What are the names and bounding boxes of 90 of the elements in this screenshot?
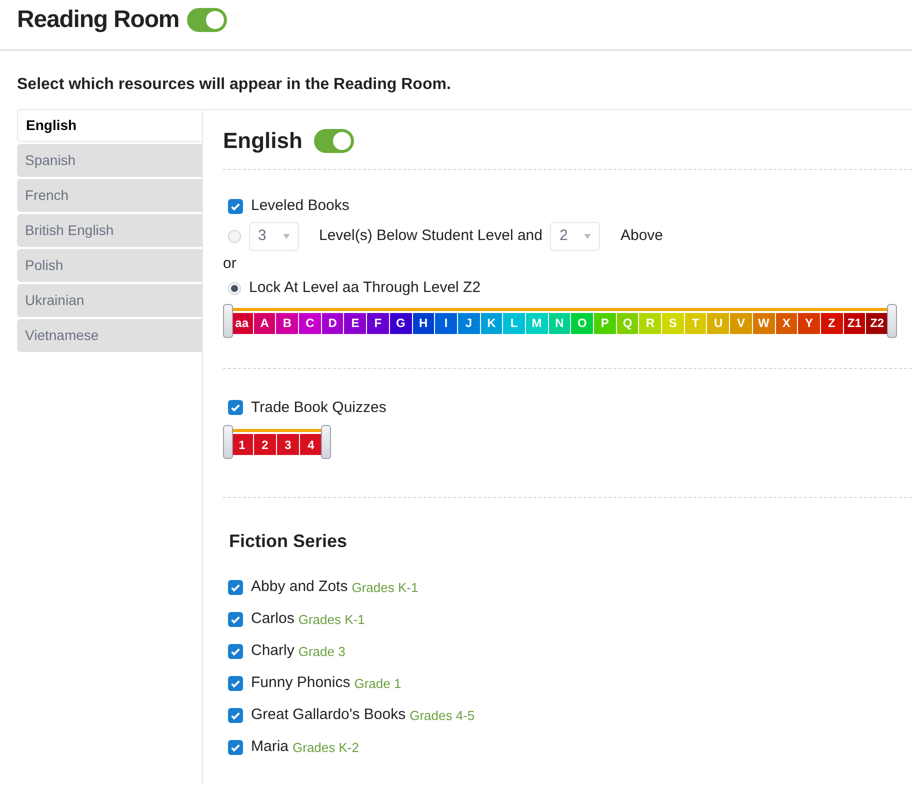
level-chip: J: [458, 312, 481, 334]
level-chip: W: [752, 312, 776, 334]
language-tab[interactable]: Vietnamese: [17, 319, 202, 352]
level-chip: aa: [231, 312, 254, 334]
level-range-text: Level(s) Below Student Level and: [319, 226, 542, 246]
checkbox-label: Leveled Books: [251, 196, 350, 216]
series-name: Great Gallardo's Books: [251, 705, 406, 726]
checkbox[interactable]: [228, 198, 243, 214]
language-tab[interactable]: Polish: [17, 249, 202, 282]
level-chip: N: [548, 312, 572, 334]
level-chip: V: [730, 312, 753, 334]
level-chip: O: [571, 312, 594, 334]
caret-icon: [283, 234, 290, 238]
level-chip: F: [367, 312, 390, 334]
level-chip: P: [594, 312, 617, 334]
level-chip: Z1: [844, 312, 866, 334]
section-title: Fiction Series: [228, 530, 348, 553]
checkbox[interactable]: [228, 644, 243, 659]
checkbox[interactable]: [228, 740, 243, 755]
checkbox-label: Trade Book Quizzes: [251, 398, 386, 418]
series-name: Funny Phonics: [251, 673, 350, 694]
check-icon: [230, 646, 241, 657]
level-chip: L: [503, 312, 526, 334]
series-name: Carlos: [251, 609, 294, 630]
level-chip: E: [344, 312, 368, 334]
series-name: Abby and Zots: [251, 577, 348, 598]
check-icon: [230, 200, 241, 212]
slider-handle[interactable]: [223, 304, 233, 338]
instructions-text: Select which resources will appear in the Reading Room.: [16, 75, 452, 95]
checkbox[interactable]: [228, 708, 243, 723]
page-title: Reading Room: [17, 4, 180, 34]
level-chip: 3: [277, 434, 300, 455]
language-tab[interactable]: English: [17, 109, 202, 142]
level-chip: I: [435, 312, 458, 334]
toggle-switch[interactable]: [314, 128, 354, 152]
language-tab[interactable]: Ukrainian: [17, 284, 202, 317]
level-chip: B: [276, 312, 300, 334]
level-chip: Z2: [866, 312, 889, 334]
caret-icon: [584, 234, 592, 238]
grade-text: Grade 3: [298, 642, 346, 661]
or-text: or: [223, 254, 238, 274]
above-text: Above: [620, 226, 664, 246]
above-select[interactable]: 2: [550, 222, 600, 250]
grade-text: Grades K-2: [292, 738, 359, 757]
checkbox[interactable]: [228, 580, 243, 595]
level-chip: Z: [820, 312, 844, 334]
language-tab[interactable]: French: [17, 179, 202, 212]
level-chip: H: [412, 312, 436, 334]
radio-label: Lock At Level aa Through Level Z2: [249, 278, 481, 298]
check-icon: [230, 678, 241, 689]
check-icon: [230, 582, 241, 593]
checkbox[interactable]: [228, 400, 243, 416]
checkbox[interactable]: [228, 612, 243, 627]
checkbox[interactable]: [228, 676, 243, 691]
level-chip: 1: [231, 434, 254, 455]
level-chip: X: [776, 312, 798, 334]
level-chip: S: [662, 312, 685, 334]
panel-title: English: [223, 127, 302, 155]
grade-text: Grades K-1: [352, 578, 418, 597]
slider-handle[interactable]: [321, 425, 331, 459]
slider-handle[interactable]: [223, 425, 233, 459]
level-chip: Q: [616, 312, 640, 334]
level-chip: Y: [798, 312, 821, 334]
level-chip: 4: [300, 434, 323, 455]
radio-button[interactable]: [228, 282, 241, 295]
level-chip: U: [707, 312, 730, 334]
level-chip: C: [299, 312, 322, 334]
level-chip: K: [480, 312, 504, 334]
level-chip: 2: [254, 434, 277, 455]
check-icon: [230, 614, 241, 625]
toggle-switch[interactable]: [187, 8, 228, 32]
below-select[interactable]: 3: [249, 222, 299, 250]
level-chip: A: [254, 312, 276, 334]
grade-text: Grade 1: [354, 674, 402, 693]
level-chip: G: [390, 312, 412, 334]
slider-handle[interactable]: [887, 304, 897, 338]
level-chip: T: [684, 312, 708, 334]
grade-text: Grades K-1: [298, 610, 365, 629]
language-tab[interactable]: Spanish: [17, 144, 202, 177]
series-name: Maria: [251, 737, 289, 758]
check-icon: [230, 402, 241, 414]
language-tab[interactable]: British English: [17, 214, 202, 247]
check-icon: [230, 710, 241, 721]
level-chip: R: [639, 312, 662, 334]
level-chip: D: [322, 312, 344, 334]
check-icon: [230, 742, 241, 753]
series-name: Charly: [251, 641, 294, 662]
radio-button[interactable]: [228, 230, 241, 242]
grade-text: Grades 4-5: [410, 706, 475, 725]
level-chip: M: [526, 312, 549, 334]
